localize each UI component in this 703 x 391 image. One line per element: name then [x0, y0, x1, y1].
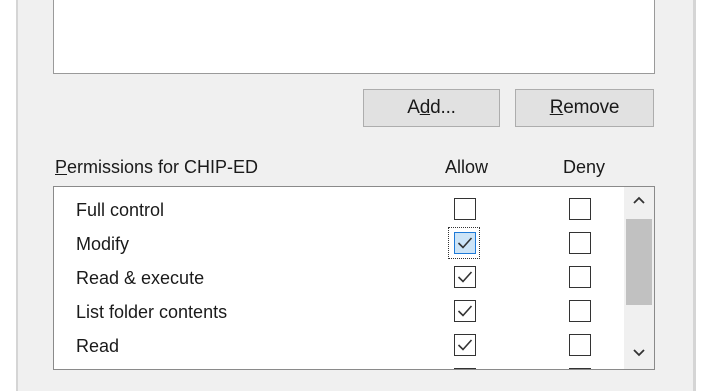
dialog-right-border [693, 0, 696, 391]
permissions-title-text: ermissions for CHIP-ED [67, 157, 259, 177]
permission-label: List folder contents [76, 302, 228, 322]
allow-checkbox[interactable] [454, 334, 476, 356]
chevron-up-icon[interactable] [631, 193, 647, 209]
permissions-title: Permissions for CHIP-ED [55, 157, 258, 178]
remove-button[interactable]: Remove [515, 89, 654, 127]
deny-checkbox[interactable] [569, 232, 591, 254]
allow-checkbox[interactable] [454, 266, 476, 288]
group-user-names-list[interactable] [53, 0, 655, 74]
permission-label: Read & execute [76, 268, 205, 288]
allow-checkbox[interactable] [454, 300, 476, 322]
remove-button-label-post: emove [563, 97, 620, 118]
remove-button-accelerator: R [549, 97, 564, 118]
permission-label: Read [76, 336, 120, 356]
deny-column-header: Deny [563, 157, 606, 177]
allow-checkbox[interactable] [454, 198, 476, 220]
add-button-accelerator: d [419, 97, 431, 118]
dialog-left-border [16, 0, 18, 391]
chevron-down-icon[interactable] [631, 344, 647, 360]
permissions-scrollbar[interactable] [624, 187, 654, 369]
permission-row: Full control [54, 193, 626, 227]
permission-label: Modify [76, 234, 130, 254]
add-button[interactable]: Add... [363, 89, 500, 127]
permissions-list: Full control Modify Read & execute List fol… [53, 186, 655, 370]
permission-row: Read & execute [54, 261, 626, 295]
deny-checkbox[interactable] [569, 368, 591, 369]
deny-checkbox[interactable] [569, 334, 591, 356]
allow-checkbox[interactable] [454, 232, 476, 254]
permission-row-partial [54, 363, 626, 369]
deny-checkbox[interactable] [569, 266, 591, 288]
permission-row: Modify [54, 227, 626, 261]
deny-checkbox[interactable] [569, 300, 591, 322]
permission-label: Full control [76, 200, 165, 220]
allow-checkbox[interactable] [454, 368, 476, 369]
scrollbar-thumb[interactable] [626, 219, 652, 305]
add-button-label-pre: A [407, 97, 420, 118]
permissions-title-accelerator: P [55, 157, 68, 177]
deny-checkbox[interactable] [569, 198, 591, 220]
permission-row: List folder contents [54, 295, 626, 329]
permission-row: Read [54, 329, 626, 363]
allow-column-header: Allow [445, 157, 489, 177]
add-button-label-post: d... [430, 97, 456, 118]
